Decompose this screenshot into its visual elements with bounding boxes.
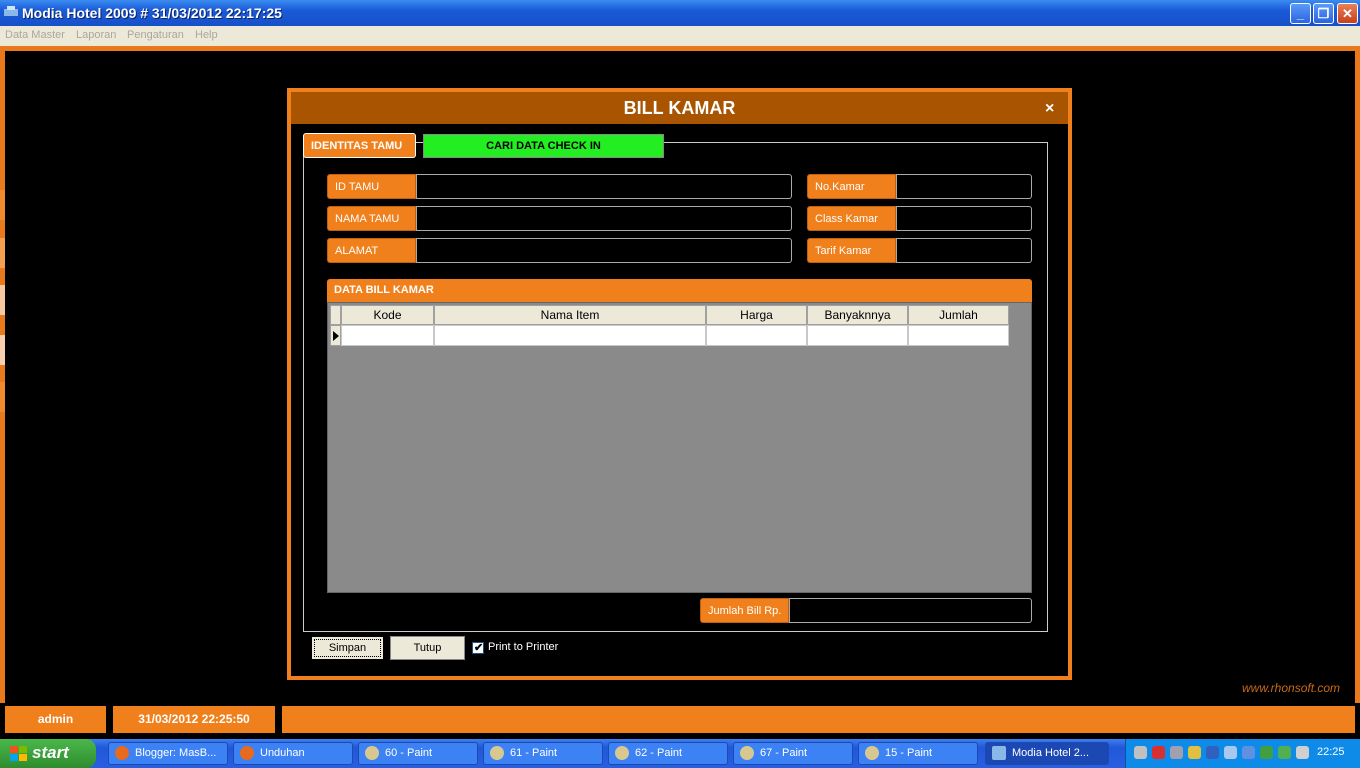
maximize-button[interactable]: ❐ (1313, 3, 1334, 24)
tray-network-icon[interactable] (1170, 746, 1183, 759)
column-header-banyaknnya[interactable]: Banyaknnya (807, 305, 908, 325)
dialog-header: BILL KAMAR × (291, 92, 1068, 124)
minimize-button[interactable]: _ (1290, 3, 1311, 24)
firefox-icon (115, 746, 129, 760)
dialog-close-button[interactable]: × (1045, 100, 1054, 118)
taskbar-item-label: Modia Hotel 2... (1012, 747, 1090, 759)
window-title: Modia Hotel 2009 # 31/03/2012 22:17:25 (22, 5, 282, 21)
grid-cell-nama-item[interactable] (434, 325, 706, 346)
jumlah-bill-label: Jumlah Bill Rp. (700, 598, 789, 623)
mdi-frame-right (1355, 51, 1360, 703)
edge-decoration (0, 335, 5, 365)
grid-cell-banyaknnya[interactable] (807, 325, 908, 346)
tarif-kamar-label: Tarif Kamar (807, 238, 896, 263)
nama-tamu-label: NAMA TAMU (327, 206, 416, 231)
tray-connection-icon[interactable] (1242, 746, 1255, 759)
window-titlebar: Modia Hotel 2009 # 31/03/2012 22:17:25 (0, 0, 1360, 26)
alamat-field[interactable] (416, 238, 792, 263)
save-button[interactable]: Simpan (311, 636, 384, 660)
firefox-icon (240, 746, 254, 760)
taskbar-item-label: Blogger: MasB... (135, 747, 217, 759)
menu-help[interactable]: Help (195, 29, 218, 41)
taskbar-item-label: 61 - Paint (510, 747, 558, 759)
paint-icon (740, 746, 754, 760)
close-window-button[interactable]: ✕ (1337, 3, 1358, 24)
taskbar-item-paint-62[interactable]: 62 - Paint (608, 742, 728, 765)
app-icon (992, 746, 1006, 760)
column-header-jumlah[interactable]: Jumlah (908, 305, 1009, 325)
search-checkin-button[interactable]: CARI DATA CHECK IN (423, 134, 664, 158)
no-kamar-field[interactable] (896, 174, 1032, 199)
edge-decoration (0, 382, 5, 412)
id-tamu-label: ID TAMU (327, 174, 416, 199)
taskbar-clock: 22:25 (1317, 746, 1345, 758)
taskbar-item-unduhan[interactable]: Unduhan (233, 742, 353, 765)
column-header-kode[interactable]: Kode (341, 305, 434, 325)
menu-laporan[interactable]: Laporan (76, 29, 116, 41)
tray-display-icon[interactable] (1206, 746, 1219, 759)
bill-data-grid[interactable]: Kode Nama Item Harga Banyaknnya Jumlah (327, 302, 1032, 593)
menu-pengaturan[interactable]: Pengaturan (127, 29, 184, 41)
tray-info-icon[interactable] (1260, 746, 1273, 759)
class-kamar-label: Class Kamar (807, 206, 896, 231)
grid-cell-kode[interactable] (341, 325, 434, 346)
taskbar-item-paint-15[interactable]: 15 - Paint (858, 742, 978, 765)
grid-cell-harga[interactable] (706, 325, 807, 346)
class-kamar-field[interactable] (896, 206, 1032, 231)
paint-icon (490, 746, 504, 760)
taskbar-item-label: Unduhan (260, 747, 305, 759)
tab-identitas-tamu[interactable]: IDENTITAS TAMU (303, 133, 416, 158)
grid-corner (330, 305, 341, 325)
jumlah-bill-field[interactable] (789, 598, 1032, 623)
taskbar-item-modia-hotel[interactable]: Modia Hotel 2... (985, 742, 1109, 765)
status-message (282, 706, 1355, 733)
taskbar-item-label: 60 - Paint (385, 747, 433, 759)
column-header-nama-item[interactable]: Nama Item (434, 305, 706, 325)
taskbar-item-label: 15 - Paint (885, 747, 933, 759)
edge-decoration (0, 285, 5, 315)
menu-bar: Data Master Laporan Pengaturan Help (0, 26, 1360, 46)
row-indicator[interactable] (330, 325, 341, 346)
tray-update-icon[interactable] (1278, 746, 1291, 759)
start-label: start (32, 743, 69, 762)
taskbar-item-paint-67[interactable]: 67 - Paint (733, 742, 853, 765)
print-to-printer-label[interactable]: Print to Printer (488, 641, 558, 653)
checkmark-icon: ✔ (474, 642, 484, 654)
grid-cell-jumlah[interactable] (908, 325, 1009, 346)
app-icon (4, 6, 18, 16)
nama-tamu-field[interactable] (416, 206, 792, 231)
print-to-printer-checkbox[interactable]: ✔ (472, 642, 484, 654)
status-user: admin (5, 706, 106, 733)
tray-device-icon[interactable] (1224, 746, 1237, 759)
brand-watermark: www.rhonsoft.com (1242, 681, 1341, 695)
taskbar-item-blogger[interactable]: Blogger: MasB... (108, 742, 228, 765)
id-tamu-field[interactable] (416, 174, 792, 199)
tray-antivirus-icon[interactable] (1152, 746, 1165, 759)
taskbar-item-label: 62 - Paint (635, 747, 683, 759)
taskbar-item-label: 67 - Paint (760, 747, 808, 759)
current-row-arrow-icon (333, 331, 339, 341)
tray-tool-icon[interactable] (1188, 746, 1201, 759)
paint-icon (865, 746, 879, 760)
grid-title: DATA BILL KAMAR (327, 279, 1032, 302)
alamat-label: ALAMAT (327, 238, 416, 263)
close-button[interactable]: Tutup (390, 636, 465, 660)
menu-data-master[interactable]: Data Master (5, 29, 65, 41)
status-datetime: 31/03/2012 22:25:50 (113, 706, 275, 733)
tray-speaker-icon[interactable] (1134, 746, 1147, 759)
no-kamar-label: No.Kamar (807, 174, 896, 199)
edge-decoration (0, 190, 5, 220)
paint-icon (365, 746, 379, 760)
windows-logo-icon (10, 746, 27, 761)
tray-volume-icon[interactable] (1296, 746, 1309, 759)
column-header-harga[interactable]: Harga (706, 305, 807, 325)
dialog-title: BILL KAMAR (623, 98, 736, 118)
taskbar-item-paint-60[interactable]: 60 - Paint (358, 742, 478, 765)
tarif-kamar-field[interactable] (896, 238, 1032, 263)
edge-decoration (0, 238, 5, 268)
paint-icon (615, 746, 629, 760)
taskbar-item-paint-61[interactable]: 61 - Paint (483, 742, 603, 765)
start-button[interactable]: start (0, 739, 96, 768)
